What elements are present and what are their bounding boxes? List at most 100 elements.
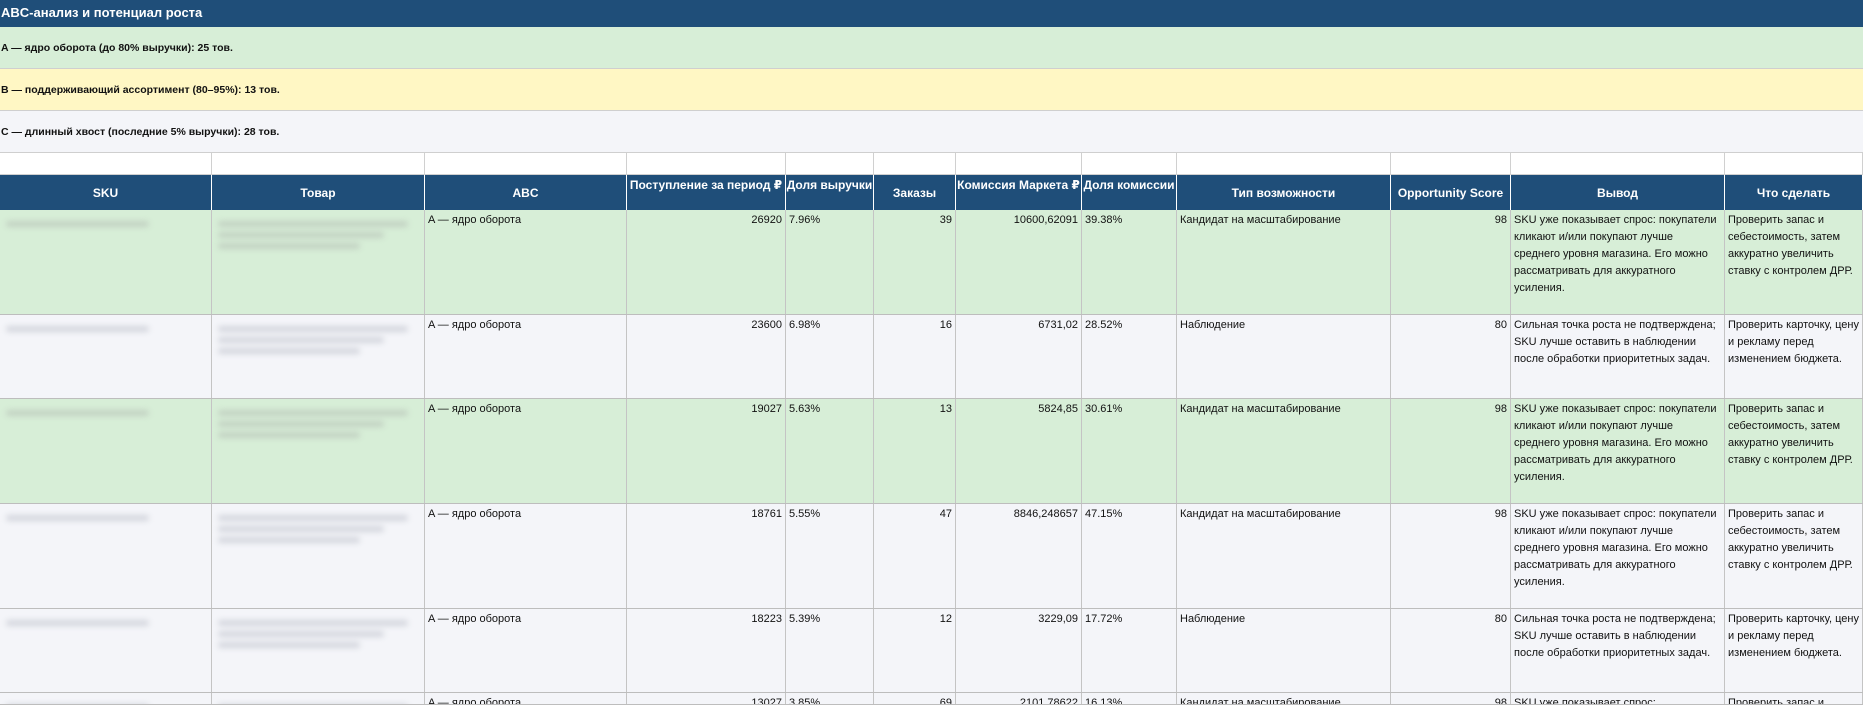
type-cell[interactable]: Наблюдение (1177, 609, 1391, 692)
blank-cell (627, 153, 786, 175)
commission-share-cell[interactable]: 17.72% (1082, 609, 1177, 692)
share-cell[interactable]: 3.85% (786, 693, 874, 704)
conclusion-cell[interactable]: Сильная точка роста не подтверждена; SKU… (1511, 315, 1725, 398)
header-action[interactable]: Что сделать (1725, 175, 1863, 210)
commission-share-cell[interactable]: 47.15% (1082, 504, 1177, 608)
score-cell[interactable]: 98 (1391, 210, 1511, 314)
conclusion-cell[interactable]: Сильная точка роста не подтверждена; SKU… (1511, 609, 1725, 692)
redacted-text (6, 615, 205, 684)
sku-cell[interactable] (0, 315, 212, 398)
revenue-cell[interactable]: 18223 (627, 609, 786, 692)
type-cell[interactable]: Кандидат на масштабирование (1177, 504, 1391, 608)
header-sku[interactable]: SKU (0, 175, 212, 210)
type-cell[interactable]: Кандидат на масштабирование (1177, 399, 1391, 503)
commission-cell[interactable]: 6731,02 (956, 315, 1082, 398)
summary-a: A — ядро оборота (до 80% выручки): 25 то… (0, 27, 1863, 69)
orders-cell[interactable]: 39 (874, 210, 956, 314)
commission-cell[interactable]: 2101,78622 (956, 693, 1082, 704)
abc-cell[interactable]: A — ядро оборота (425, 504, 627, 608)
conclusion-cell[interactable]: SKU уже показывает спрос: покупатели кли… (1511, 504, 1725, 608)
header-product[interactable]: Товар (212, 175, 425, 210)
header-revenue[interactable]: Поступление за период ₽ (627, 175, 786, 210)
product-cell[interactable] (212, 399, 425, 503)
header-conclusion[interactable]: Вывод (1511, 175, 1725, 210)
table-row[interactable]: A — ядро оборота 26920 7.96% 39 10600,62091 3… (0, 210, 1863, 315)
header-opportunity-type[interactable]: Тип возможности (1177, 175, 1391, 210)
revenue-cell[interactable]: 23600 (627, 315, 786, 398)
revenue-cell[interactable]: 18761 (627, 504, 786, 608)
abc-cell[interactable]: A — ядро оборота (425, 210, 627, 314)
redacted-text (218, 216, 418, 306)
orders-cell[interactable]: 16 (874, 315, 956, 398)
conclusion-cell[interactable]: SKU уже показывает спрос: покупатели кли… (1511, 399, 1725, 503)
abc-cell[interactable]: A — ядро оборота (425, 693, 627, 704)
orders-cell[interactable]: 47 (874, 504, 956, 608)
commission-cell[interactable]: 3229,09 (956, 609, 1082, 692)
share-cell[interactable]: 6.98% (786, 315, 874, 398)
conclusion-cell[interactable]: SKU уже показывает спрос: покупатели кли… (1511, 210, 1725, 314)
action-cell[interactable]: Проверить карточку, цену и рекламу перед… (1725, 609, 1863, 692)
table-row[interactable]: A — ядро оборота 19027 5.63% 13 5824,85 30.61… (0, 399, 1863, 504)
revenue-cell[interactable]: 13027 (627, 693, 786, 704)
sku-cell[interactable] (0, 609, 212, 692)
orders-cell[interactable]: 69 (874, 693, 956, 704)
abc-cell[interactable]: A — ядро оборота (425, 609, 627, 692)
product-cell[interactable] (212, 315, 425, 398)
action-cell[interactable]: Проверить запас и себестоимость, (1725, 693, 1863, 704)
orders-cell[interactable]: 12 (874, 609, 956, 692)
header-share[interactable]: Доля выручки (786, 175, 874, 210)
score-cell[interactable]: 98 (1391, 693, 1511, 704)
score-cell[interactable]: 98 (1391, 399, 1511, 503)
action-cell[interactable]: Проверить запас и себестоимость, затем а… (1725, 210, 1863, 314)
share-cell[interactable]: 5.39% (786, 609, 874, 692)
sku-cell[interactable] (0, 210, 212, 314)
table-row[interactable]: A — ядро оборота 18223 5.39% 12 3229,09 17.72… (0, 609, 1863, 693)
commission-share-cell[interactable]: 30.61% (1082, 399, 1177, 503)
summary-c: C — длинный хвост (последние 5% выручки)… (0, 111, 1863, 153)
sku-cell[interactable] (0, 504, 212, 608)
type-cell[interactable]: Кандидат на масштабирование (1177, 210, 1391, 314)
commission-cell[interactable]: 8846,248657 (956, 504, 1082, 608)
score-cell[interactable]: 98 (1391, 504, 1511, 608)
share-cell[interactable]: 7.96% (786, 210, 874, 314)
table-row[interactable]: A — ядро оборота 18761 5.55% 47 8846,248657 4… (0, 504, 1863, 609)
abc-cell[interactable]: A — ядро оборота (425, 315, 627, 398)
commission-share-cell[interactable]: 28.52% (1082, 315, 1177, 398)
revenue-cell[interactable]: 19027 (627, 399, 786, 503)
table-row[interactable]: A — ядро оборота 23600 6.98% 16 6731,02 28.52… (0, 315, 1863, 399)
conclusion-cell[interactable]: SKU уже показывает спрос: (1511, 693, 1725, 704)
revenue-cell[interactable]: 26920 (627, 210, 786, 314)
commission-cell[interactable]: 5824,85 (956, 399, 1082, 503)
action-cell[interactable]: Проверить карточку, цену и рекламу перед… (1725, 315, 1863, 398)
commission-cell[interactable]: 10600,62091 (956, 210, 1082, 314)
header-commission[interactable]: Комиссия Маркета ₽ (956, 175, 1082, 210)
sku-cell[interactable] (0, 693, 212, 704)
table-header-row: SKU Товар ABC Поступление за период ₽ Доля в… (0, 175, 1863, 210)
product-cell[interactable] (212, 609, 425, 692)
score-cell[interactable]: 80 (1391, 315, 1511, 398)
commission-share-cell[interactable]: 39.38% (1082, 210, 1177, 314)
type-cell[interactable]: Кандидат на масштабирование (1177, 693, 1391, 704)
header-opportunity-score[interactable]: Opportunity Score (1391, 175, 1511, 210)
blank-cell (212, 153, 425, 175)
blank-cell (1177, 153, 1391, 175)
product-cell[interactable] (212, 504, 425, 608)
commission-share-cell[interactable]: 16.13% (1082, 693, 1177, 704)
orders-cell[interactable]: 13 (874, 399, 956, 503)
table-row[interactable]: A — ядро оборота 13027 3.85% 69 2101,78622 16… (0, 693, 1863, 705)
product-cell[interactable] (212, 693, 425, 704)
header-commission-share[interactable]: Доля комиссии (1082, 175, 1177, 210)
sku-cell[interactable] (0, 399, 212, 503)
share-cell[interactable]: 5.63% (786, 399, 874, 503)
share-cell[interactable]: 5.55% (786, 504, 874, 608)
action-cell[interactable]: Проверить запас и себестоимость, затем а… (1725, 504, 1863, 608)
header-orders[interactable]: Заказы (874, 175, 956, 210)
product-cell[interactable] (212, 210, 425, 314)
abc-cell[interactable]: A — ядро оборота (425, 399, 627, 503)
blank-spacer-row (0, 153, 1863, 175)
redacted-text (218, 510, 418, 600)
score-cell[interactable]: 80 (1391, 609, 1511, 692)
type-cell[interactable]: Наблюдение (1177, 315, 1391, 398)
action-cell[interactable]: Проверить запас и себестоимость, затем а… (1725, 399, 1863, 503)
header-abc[interactable]: ABC (425, 175, 627, 210)
